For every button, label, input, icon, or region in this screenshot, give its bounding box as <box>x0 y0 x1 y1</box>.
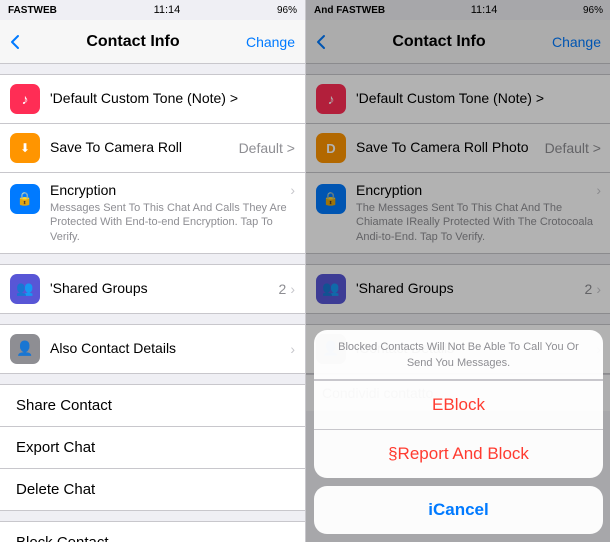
status-bar-left: FASTWEB 11:14 96% <box>0 0 305 20</box>
plain-group-1-left: Share Contact Export Chat Delete Chat <box>0 384 305 511</box>
contact-details-item-left[interactable]: 👤 Also Contact Details › <box>0 324 305 374</box>
save-item-left[interactable]: ⬇ Save To Camera Roll Default > <box>0 123 305 172</box>
carrier-left: FASTWEB <box>8 5 57 16</box>
time-left: 11:14 <box>154 4 181 16</box>
nav-title-left: Contact Info <box>86 33 179 51</box>
contact-details-icon-left: 👤 <box>10 334 40 364</box>
shared-groups-title-left: 'Shared Groups <box>50 280 148 296</box>
encryption-item-left[interactable]: 🔒 Encryption Messages Sent To This Chat … <box>0 172 305 254</box>
contact-details-title-left: Also Contact Details <box>50 340 176 356</box>
contact-details-left: 👤 Also Contact Details › <box>0 324 305 374</box>
export-chat-left[interactable]: Export Chat <box>0 426 305 468</box>
ringtone-icon-left: ♪ <box>10 84 40 114</box>
nav-bar-left: Contact Info Change <box>0 20 305 64</box>
encryption-chevron-left: › <box>290 182 295 198</box>
action-sheet-cancel-group: iCancel <box>314 486 603 534</box>
delete-chat-left[interactable]: Delete Chat <box>0 468 305 511</box>
right-panel: And FASTWEB 11:14 96% Contact Info Chang… <box>306 0 610 542</box>
encryption-title-left: Encryption <box>50 182 116 198</box>
block-contact-left[interactable]: Block Contact <box>0 521 305 542</box>
action-sheet-message: Blocked Contacts Will Not Be Able To Cal… <box>314 330 603 380</box>
ringtone-title-left: 'Default Custom Tone (Note) > <box>50 90 238 106</box>
shared-groups-badge-left: 2 <box>279 281 287 297</box>
encryption-subtitle-left: Messages Sent To This Chat And Calls The… <box>50 201 290 244</box>
action-sheet-group: Blocked Contacts Will Not Be Able To Cal… <box>314 330 603 478</box>
action-sheet: Blocked Contacts Will Not Be Able To Cal… <box>306 322 610 542</box>
ringtone-item-left[interactable]: ♪ 'Default Custom Tone (Note) > <box>0 74 305 123</box>
nav-action-left[interactable]: Change <box>246 34 295 50</box>
save-title-left: Save To Camera Roll <box>50 139 182 155</box>
shared-groups-icon-left: 👥 <box>10 274 40 304</box>
save-right-left: Default > <box>239 140 295 156</box>
block-button[interactable]: EBlock <box>314 380 603 429</box>
report-and-block-button[interactable]: §Report And Block <box>314 429 603 478</box>
share-contact-left[interactable]: Share Contact <box>0 384 305 426</box>
encryption-icon-left: 🔒 <box>10 184 40 214</box>
shared-groups-left: 👥 'Shared Groups 2 › <box>0 264 305 314</box>
cancel-button[interactable]: iCancel <box>314 486 603 534</box>
settings-group-1-left: ♪ 'Default Custom Tone (Note) > ⬇ Save T… <box>0 74 305 254</box>
left-panel: FASTWEB 11:14 96% Contact Info Change ♪ … <box>0 0 305 542</box>
plain-group-2-left: Block Contact Report Contact <box>0 521 305 542</box>
shared-groups-item-left[interactable]: 👥 'Shared Groups 2 › <box>0 264 305 314</box>
back-button-left[interactable] <box>10 34 20 50</box>
save-icon-left: ⬇ <box>10 133 40 163</box>
battery-left: 96% <box>277 5 297 16</box>
contact-details-chevron-left: › <box>290 341 295 357</box>
